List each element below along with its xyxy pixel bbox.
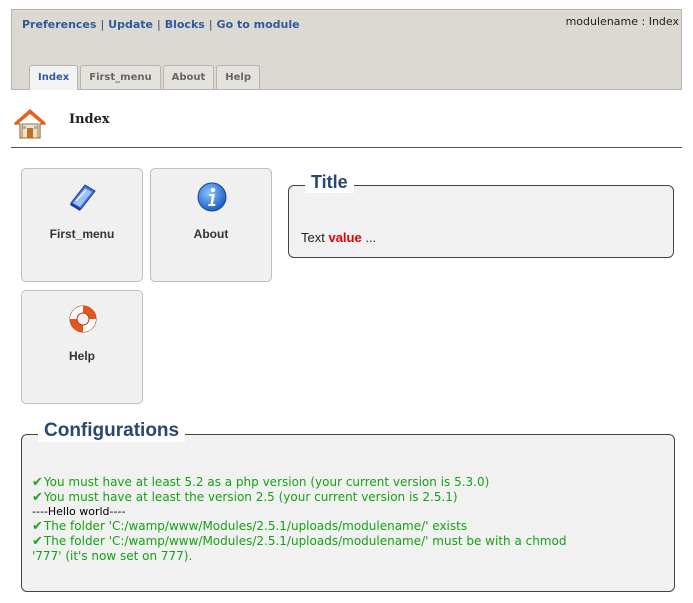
- lifebuoy-icon: [69, 305, 97, 333]
- go-to-module-link[interactable]: Go to module: [217, 18, 300, 31]
- home-icon: [13, 109, 47, 139]
- top-links: Preferences | Update | Blocks | Go to module: [22, 18, 300, 31]
- separator: |: [157, 18, 161, 31]
- checkmark-icon: ✔: [32, 475, 43, 490]
- configurations-legend: Configurations: [38, 420, 186, 442]
- blocks-link[interactable]: Blocks: [165, 18, 205, 31]
- separator: |: [100, 18, 105, 31]
- tab-about[interactable]: About: [162, 65, 215, 89]
- tab-first-menu[interactable]: First_menu: [80, 65, 161, 89]
- update-link[interactable]: Update: [108, 18, 153, 31]
- admin-header: Preferences | Update | Blocks | Go to module m…: [11, 9, 682, 90]
- hello-world-text: ----Hello world----: [32, 505, 126, 518]
- tab-bar: Index First_menu About Help: [29, 65, 261, 90]
- title-panel: Title Text value ...: [288, 172, 674, 258]
- tab-index[interactable]: Index: [29, 65, 79, 90]
- title-text: Text value ...: [301, 230, 376, 245]
- configuration-checks: ✔You must have at least 5.2 as a php ver…: [32, 475, 566, 563]
- first-menu-shortcut[interactable]: First_menu: [21, 168, 143, 282]
- config-check-php: ✔You must have at least 5.2 as a php ver…: [32, 475, 490, 490]
- config-check-folder-exists: ✔The folder 'C:/wamp/www/Modules/2.5.1/u…: [32, 519, 468, 534]
- info-icon: [197, 182, 227, 212]
- book-icon: [70, 184, 96, 211]
- config-check-folder-chmod: ✔The folder 'C:/wamp/www/Modules/2.5.1/u…: [32, 534, 567, 563]
- text-suffix: ...: [361, 230, 377, 245]
- help-label: Help: [68, 349, 95, 363]
- first-menu-label: First_menu: [49, 227, 115, 241]
- checkmark-icon: ✔: [32, 519, 43, 534]
- help-shortcut[interactable]: Help: [21, 290, 143, 404]
- checkmark-icon: ✔: [32, 534, 43, 549]
- separator: |: [208, 18, 213, 31]
- about-shortcut[interactable]: About: [150, 168, 272, 282]
- configurations-panel: Configurations ✔You must have at least 5…: [21, 420, 675, 592]
- title-legend: Title: [305, 172, 354, 193]
- about-label: About: [193, 227, 229, 241]
- tab-help[interactable]: Help: [216, 65, 261, 89]
- preferences-link[interactable]: Preferences: [22, 18, 96, 31]
- text-value: value: [328, 230, 362, 245]
- checkmark-icon: ✔: [32, 490, 43, 505]
- config-check-version: ✔You must have at least the version 2.5 …: [32, 490, 458, 505]
- page-title: Index: [69, 112, 110, 127]
- page-header: Index: [11, 105, 682, 148]
- text-prefix: Text: [301, 230, 329, 245]
- module-name-label: modulename : Index: [565, 15, 679, 28]
